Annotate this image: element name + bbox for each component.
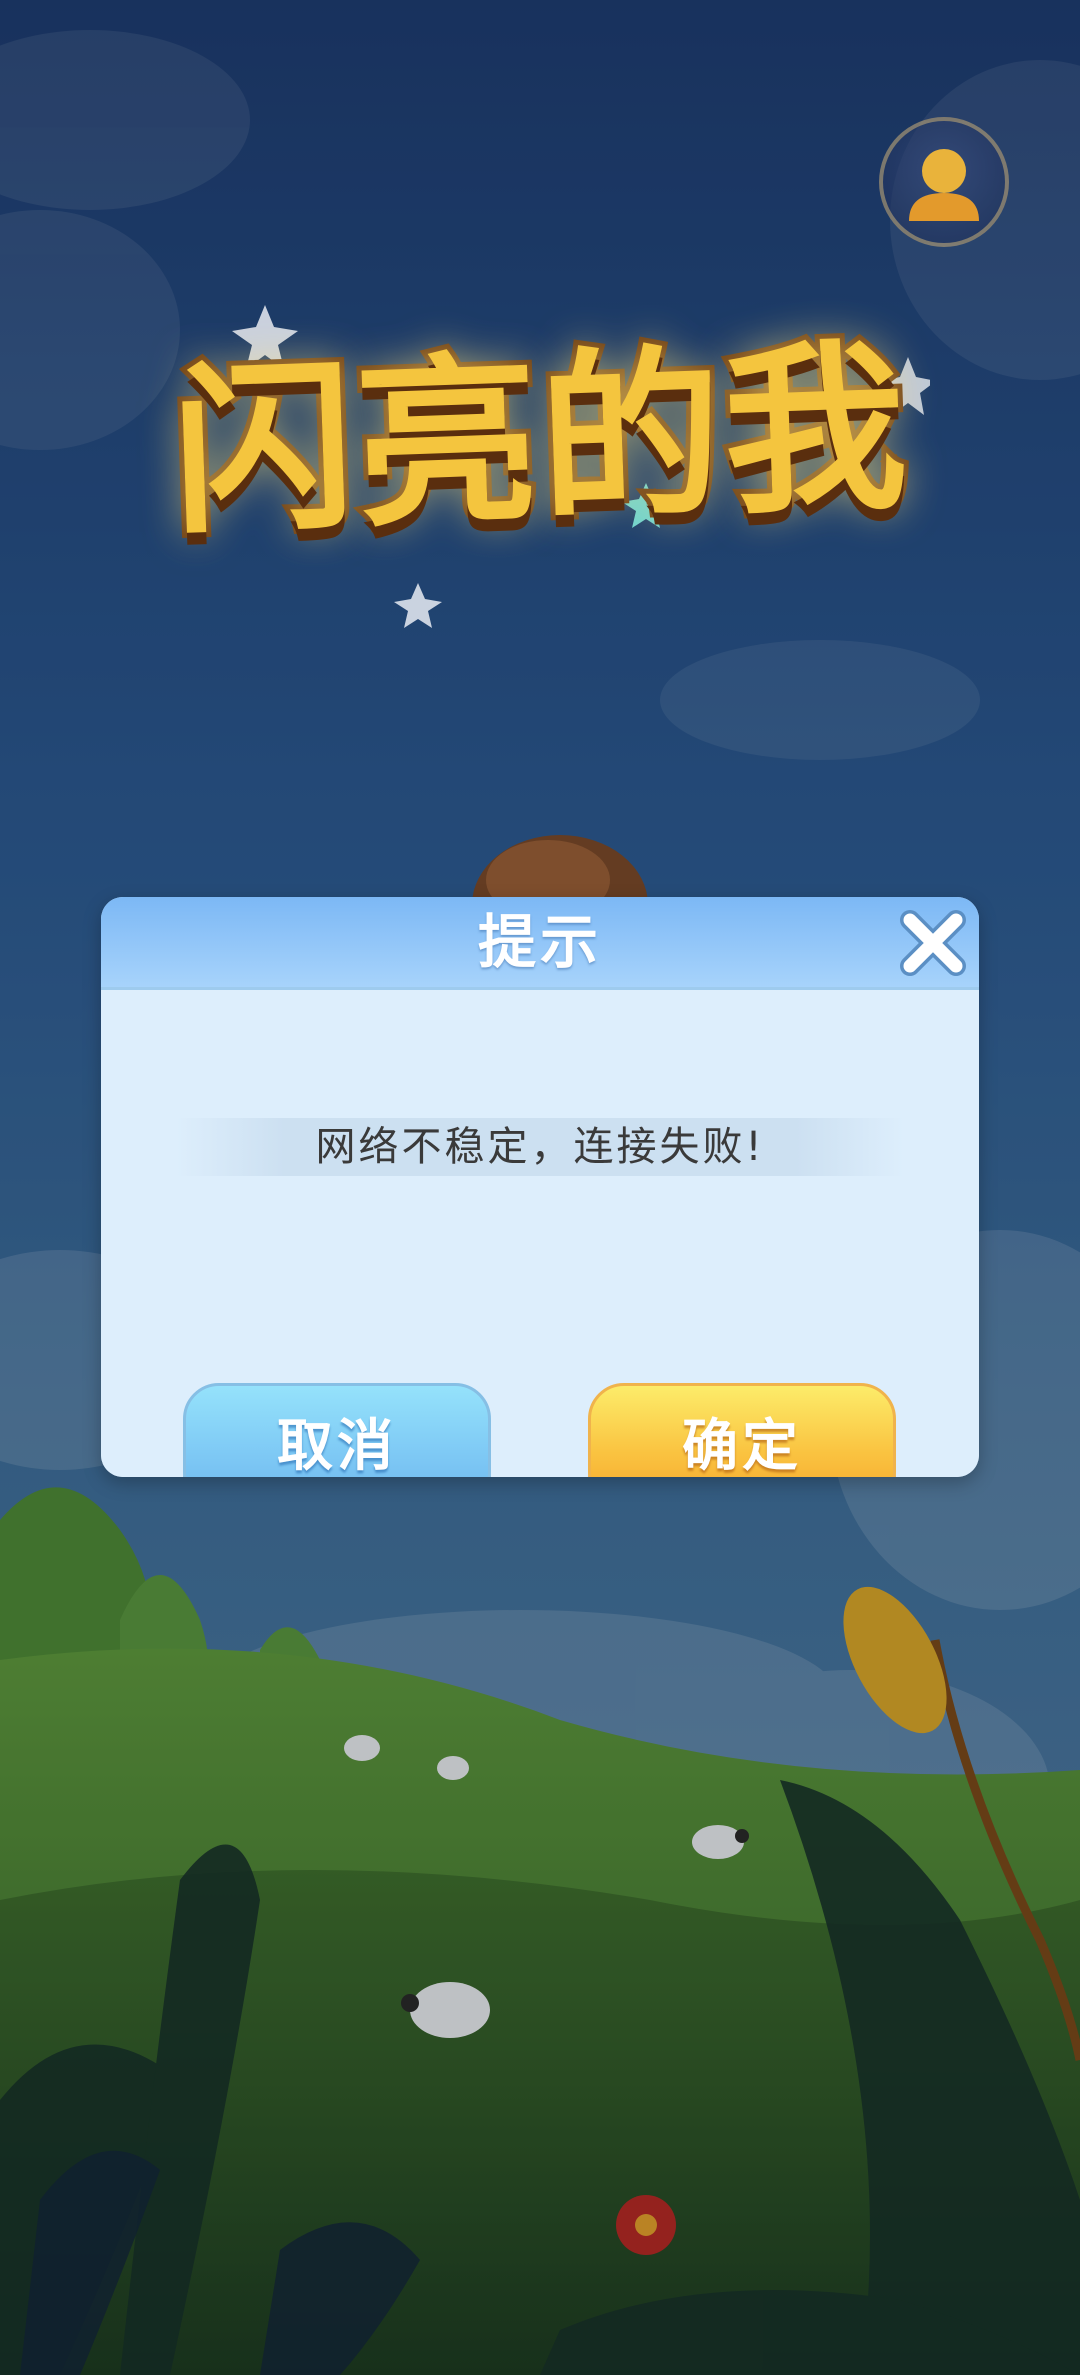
dialog-message: 网络不稳定，连接失败! xyxy=(315,1124,765,1170)
alert-dialog: 提示 网络不稳定，连接失败! 取消 确定 xyxy=(101,897,979,1477)
confirm-button[interactable]: 确定 xyxy=(588,1383,896,1477)
cancel-button[interactable]: 取消 xyxy=(183,1383,491,1477)
dialog-body: 网络不稳定，连接失败! 取消 确定 xyxy=(101,990,979,1477)
game-title: 闪亮的我 xyxy=(164,316,917,564)
dialog-close-button[interactable] xyxy=(894,904,972,982)
dialog-title: 提示 xyxy=(477,908,602,976)
user-avatar-icon xyxy=(909,149,979,221)
game-logo: 闪亮的我 xyxy=(150,305,930,635)
user-avatar-button[interactable] xyxy=(879,117,1009,247)
close-x-icon xyxy=(900,910,966,976)
